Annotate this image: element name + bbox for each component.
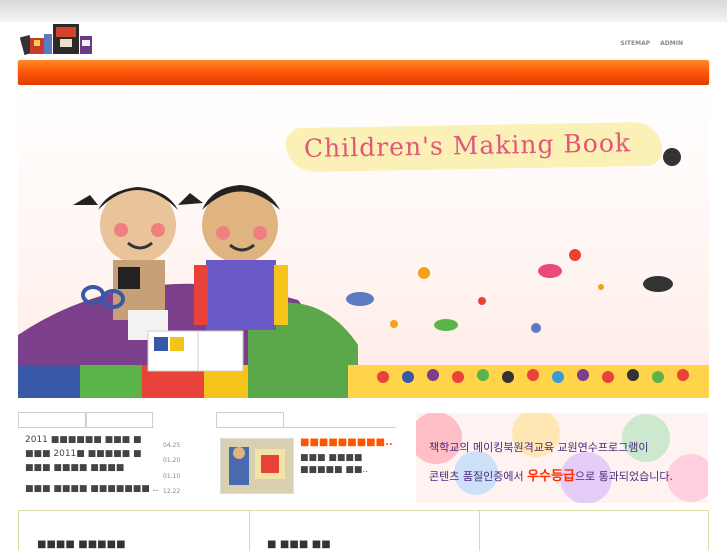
bottom-panels: ■■■■ ■■■■■ ■ ■■■ ■■ <box>18 510 709 551</box>
banner-line-2-post: 으로 통과되었습니다. <box>574 470 673 483</box>
photo-board: ■■■■■■■■■.. ■■■ ■■■■ ■■■■■ ■■.. <box>216 412 396 496</box>
tab-photo[interactable] <box>216 412 284 427</box>
site-logo[interactable] <box>19 22 94 58</box>
main-nav-bar[interactable] <box>18 60 709 85</box>
photo-thumbnail[interactable] <box>220 438 294 494</box>
notice-date-2: 01.20 <box>163 457 181 464</box>
photo-image <box>221 439 293 493</box>
notice-row-2[interactable]: ■■■ 2011■ ■■■■■ ■ <box>25 449 142 459</box>
notice-date-4: 12.22 <box>163 488 181 495</box>
notice-date-3: 01.10 <box>163 473 181 480</box>
panel-divider <box>479 511 480 551</box>
certification-banner[interactable]: 책학교의 메이킹북원격교육 교원연수프로그램이 콘텐츠 품질인증에서 우수등급으… <box>416 413 708 503</box>
banner-line-1: 책학교의 메이킹북원격교육 교원연수프로그램이 <box>429 441 649 454</box>
sitemap-link[interactable]: SITEMAP <box>620 40 650 47</box>
top-band <box>0 0 727 22</box>
panel-divider <box>249 511 250 551</box>
notice-date-1: 04.25 <box>163 442 181 449</box>
notice-row-1[interactable]: 2011 ■■■■■■ ■■■ ■ <box>25 435 142 445</box>
tab-divider <box>216 427 396 428</box>
banner-line-2-pre: 콘텐츠 품질인증에서 <box>429 470 528 483</box>
notice-row-4[interactable]: ■■■ ■■■■ ■■■■■■■ .. <box>25 484 158 494</box>
notice-row-3[interactable]: ■■■ ■■■■ ■■■■ <box>25 463 124 473</box>
tab-qna[interactable] <box>86 412 153 427</box>
notice-board: 2011 ■■■■■■ ■■■ ■ 04.25 ■■■ 2011■ ■■■■■ … <box>18 412 180 496</box>
tab-notice[interactable] <box>18 412 86 427</box>
hero-title-text: Children's Making Book <box>303 128 632 163</box>
hero-banner: Children's Making Book <box>18 85 709 398</box>
photo-title[interactable]: ■■■■■■■■■.. <box>300 437 393 448</box>
books-logo-icon <box>19 24 92 55</box>
banner-line-2: 콘텐츠 품질인증에서 우수등급으로 통과되었습니다. <box>429 465 673 484</box>
banner-highlight: 우수등급 <box>527 469 575 484</box>
hero-title: Children's Making Book <box>285 121 663 173</box>
tab-divider <box>18 427 154 428</box>
banner-background <box>416 413 708 503</box>
utility-links: SITEMAP ADMIN <box>620 40 683 47</box>
admin-link[interactable]: ADMIN <box>660 40 683 47</box>
photo-summary: ■■■ ■■■■ ■■■■■ ■■.. <box>300 453 369 475</box>
